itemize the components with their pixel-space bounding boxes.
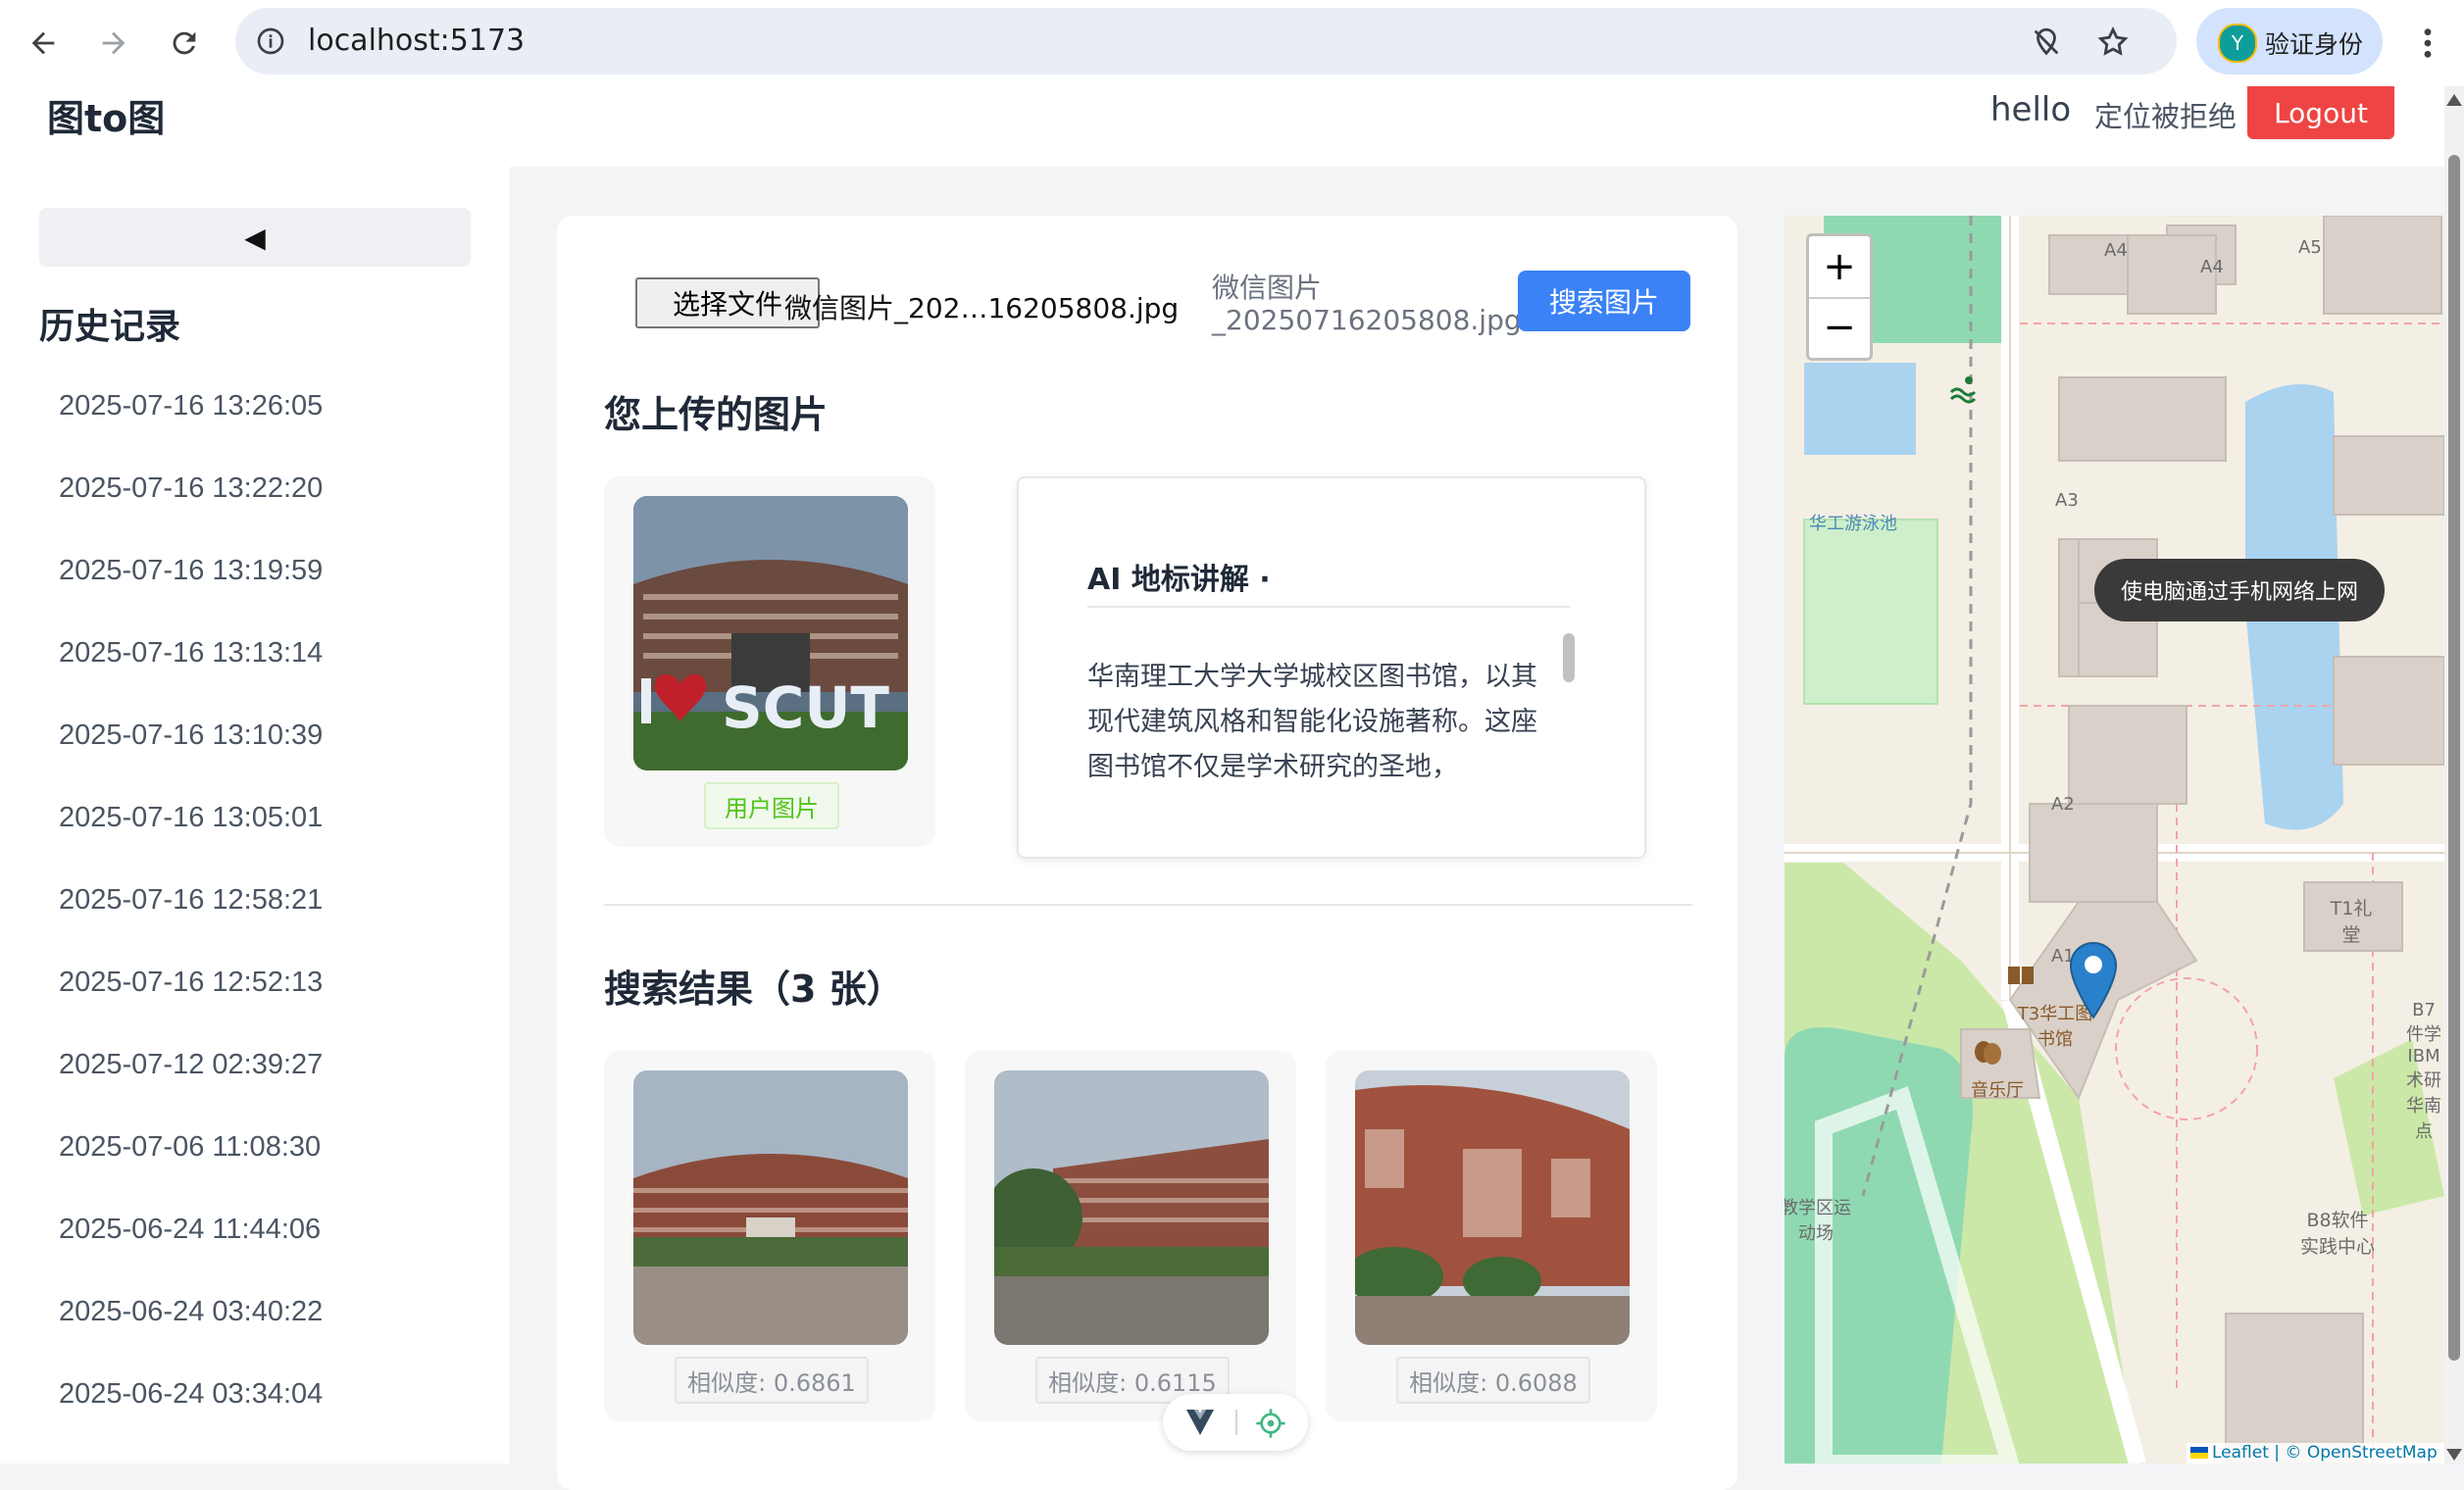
selected-file-line2: _20250716205808.jpg <box>1212 304 1522 336</box>
history-sidebar: ◀ 历史记录 2025-07-16 13:26:05 2025-07-16 13… <box>0 167 510 1464</box>
brand-logo-text: 图to图 <box>47 97 166 140</box>
similarity-score: 相似度: 0.6088 <box>1396 1357 1590 1404</box>
map-label-pool: 华工游泳池 <box>1809 514 1897 534</box>
ai-title-divider <box>1087 606 1570 608</box>
history-item[interactable]: 2025-07-16 13:10:39 <box>59 720 323 752</box>
history-item[interactable]: 2025-06-24 11:44:06 <box>59 1214 321 1246</box>
uploaded-photo[interactable]: SCUT <box>633 496 908 770</box>
result-card[interactable]: 相似度: 0.6088 <box>1326 1051 1657 1421</box>
selected-file-line1: 微信图片 <box>1212 272 1323 304</box>
svg-text:SCUT: SCUT <box>722 674 889 741</box>
scroll-up-icon[interactable] <box>2446 94 2462 106</box>
profile-label: 验证身份 <box>2265 30 2364 59</box>
location-status: 定位被拒绝 <box>2094 100 2238 133</box>
history-item[interactable]: 2025-07-12 02:39:27 <box>59 1049 323 1081</box>
menu-button[interactable] <box>2404 20 2451 67</box>
map-label-field: 教学区运动场 <box>1785 1198 1851 1244</box>
results-heading: 搜索结果（3 张） <box>604 968 904 1011</box>
map-label-music-hall: 音乐厅 <box>1971 1080 2024 1101</box>
location-blocked-icon[interactable] <box>2030 25 2063 59</box>
result-photo[interactable] <box>1355 1070 1630 1345</box>
browser-toolbar: localhost:5173 Y 验证身份 <box>0 0 2464 88</box>
network-tooltip: 使电脑通过手机网络上网 <box>2094 559 2385 621</box>
scrollbar-thumb[interactable] <box>2448 155 2460 1361</box>
history-item[interactable]: 2025-07-16 13:26:05 <box>59 390 323 422</box>
search-image-button[interactable]: 搜索图片 <box>1518 271 1690 331</box>
logout-button[interactable]: Logout <box>2247 86 2394 139</box>
map-label-a4: A4 <box>2104 240 2128 261</box>
floating-toolbar <box>1163 1394 1308 1451</box>
history-item[interactable]: 2025-07-16 12:58:21 <box>59 884 323 917</box>
swimming-icon <box>1949 376 1977 404</box>
history-item[interactable]: 2025-07-16 13:19:59 <box>59 555 323 587</box>
sidebar-collapse-button[interactable]: ◀ <box>39 208 471 267</box>
result-photo[interactable] <box>633 1070 908 1345</box>
chosen-file-name: 微信图片_202…16205808.jpg <box>784 292 1180 324</box>
ai-panel-scrollbar[interactable] <box>1563 633 1575 682</box>
vue-devtools-icon[interactable] <box>1184 1408 1216 1437</box>
map-attribution: Leaflet | © OpenStreetMap <box>2187 1443 2444 1464</box>
ai-landmark-panel: AI 地标讲解 · 华南理工大学大学城校区图书馆，以其现代建筑风格和智能化设施著… <box>1017 476 1646 859</box>
scroll-down-icon[interactable] <box>2446 1449 2462 1461</box>
ai-description: 华南理工大学大学城校区图书馆，以其现代建筑风格和智能化设施著称。这座图书馆不仅是… <box>1087 662 1537 782</box>
history-item[interactable]: 2025-06-24 03:34:04 <box>59 1378 323 1411</box>
similarity-score: 相似度: 0.6861 <box>675 1357 869 1404</box>
history-item[interactable]: 2025-06-24 03:40:22 <box>59 1296 323 1328</box>
toolbar-separator <box>1235 1410 1237 1435</box>
result-card[interactable]: 相似度: 0.6115 <box>965 1051 1296 1421</box>
collapse-left-icon: ◀ <box>244 221 266 254</box>
result-photo[interactable] <box>994 1070 1269 1345</box>
history-item[interactable]: 2025-07-06 11:08:30 <box>59 1131 321 1164</box>
kebab-menu-icon <box>2424 28 2432 58</box>
zoom-control: + − <box>1806 233 1873 361</box>
map-label-a5: A5 <box>2298 237 2322 258</box>
theatre-masks-icon <box>1975 1041 2001 1065</box>
map-marker-icon[interactable] <box>2069 941 2118 1019</box>
zoom-out-button[interactable]: − <box>1809 297 1870 358</box>
target-crosshair-icon[interactable] <box>1255 1408 1286 1439</box>
uploaded-heading: 您上传的图片 <box>604 393 829 436</box>
address-bar[interactable]: localhost:5173 <box>235 8 2177 74</box>
bookmark-star-icon[interactable] <box>2096 25 2130 59</box>
profile-button[interactable]: Y 验证身份 <box>2196 8 2383 74</box>
url-text[interactable]: localhost:5173 <box>308 24 525 58</box>
app-header: 图to图 hello 定位被拒绝 Logout <box>0 86 2451 167</box>
history-title: 历史记录 <box>39 307 181 347</box>
map-label-a2: A2 <box>2051 794 2075 815</box>
history-item[interactable]: 2025-07-16 12:52:13 <box>59 967 323 999</box>
back-button[interactable] <box>20 20 67 67</box>
map-label-b7: B7件学IBM术研华南点 <box>2406 1000 2441 1142</box>
map-label-a4: A4 <box>2200 257 2224 277</box>
uploaded-image-card: SCUT 用户图片 <box>604 476 935 847</box>
forward-button[interactable] <box>90 20 137 67</box>
map-view[interactable]: 华工游泳池 A3 A2 A1 A4 A4 A5 T3华工图书馆 音乐厅 T1礼堂… <box>1785 216 2444 1464</box>
library-book-icon <box>2008 967 2034 984</box>
page-scrollbar[interactable] <box>2444 86 2464 1464</box>
ukraine-flag-icon <box>2190 1447 2208 1459</box>
result-card[interactable]: 相似度: 0.6861 <box>604 1051 935 1421</box>
section-divider <box>604 904 1692 906</box>
reload-icon <box>173 31 196 55</box>
search-panel: 选择文件 微信图片_202…16205808.jpg 微信图片 _2025071… <box>557 216 1737 1490</box>
avatar: Y <box>2218 24 2257 63</box>
zoom-in-button[interactable]: + <box>1809 236 1870 299</box>
attribution-text[interactable]: Leaflet | © OpenStreetMap <box>2212 1443 2438 1463</box>
map-tiles[interactable] <box>1785 216 2444 1464</box>
map-label-t1: T1礼堂 <box>2330 898 2373 946</box>
site-info-icon[interactable] <box>255 25 286 57</box>
back-arrow-icon <box>31 31 55 55</box>
history-item[interactable]: 2025-07-16 13:05:01 <box>59 802 323 834</box>
history-item[interactable]: 2025-07-16 13:13:14 <box>59 637 323 670</box>
ai-panel-title: AI 地标讲解 · <box>1087 563 1271 597</box>
greeting-text: hello <box>1990 90 2072 129</box>
user-image-tag: 用户图片 <box>704 782 839 829</box>
reload-button[interactable] <box>161 20 208 67</box>
forward-arrow-icon <box>102 31 126 55</box>
map-label-b8: B8软件实践中心 <box>2299 1210 2375 1258</box>
map-label-a3: A3 <box>2055 490 2079 511</box>
history-item[interactable]: 2025-07-16 13:22:20 <box>59 472 323 505</box>
